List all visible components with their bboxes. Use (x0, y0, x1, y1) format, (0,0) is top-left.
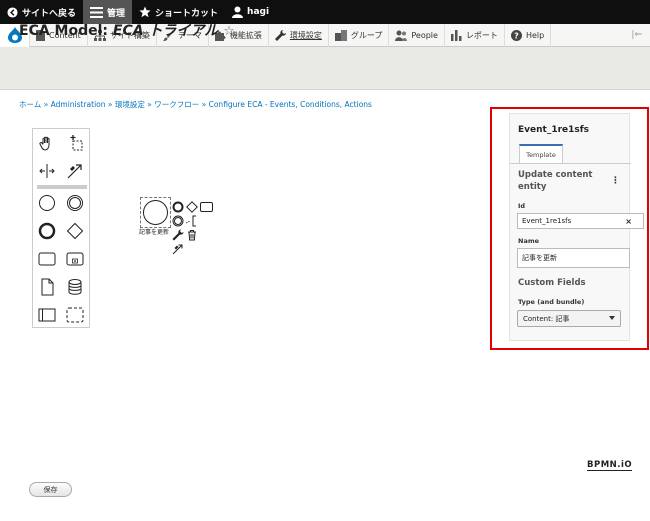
kebab-menu-icon[interactable]: ⋮ (611, 176, 620, 186)
toolbar-item-label: People (411, 30, 438, 40)
breadcrumb-link-home[interactable]: ホーム (19, 100, 41, 109)
user-icon (232, 6, 244, 18)
breadcrumb-separator: » (144, 100, 155, 109)
breadcrumb-link-administration[interactable]: Administration (51, 100, 106, 109)
type-bundle-value: Content: 記事 (523, 315, 570, 323)
id-input[interactable]: Event_1re1sfs × (517, 213, 644, 229)
breadcrumb-separator: » (41, 100, 51, 109)
back-to-site-label: サイトへ戻る (22, 8, 77, 19)
space-tool-icon[interactable] (37, 161, 57, 181)
title-prefix: ECA Model: (19, 23, 113, 39)
breadcrumb-link-workflow[interactable]: ワークフロー (154, 100, 199, 109)
svg-text:?: ? (514, 31, 519, 40)
start-event-shape[interactable] (143, 200, 168, 225)
toolbar-item-label: Help (525, 30, 545, 40)
bar-chart-icon (450, 29, 462, 41)
breadcrumb-separator: » (199, 100, 209, 109)
chevron-down-icon (609, 316, 615, 320)
back-arrow-icon (7, 6, 18, 18)
type-bundle-select[interactable]: Content: 記事 (517, 310, 621, 327)
create-start-event-icon[interactable] (37, 193, 57, 213)
change-type-wrench-icon[interactable] (172, 226, 184, 241)
hand-tool-icon[interactable] (37, 133, 57, 153)
people-icon (395, 30, 408, 41)
create-task-icon[interactable] (37, 249, 57, 269)
append-text-annotation-icon[interactable] (185, 212, 198, 227)
group-icon (334, 29, 347, 41)
create-data-object-icon[interactable] (37, 277, 57, 297)
create-intermediate-event-icon[interactable] (65, 193, 85, 213)
page-header (0, 47, 650, 90)
create-gateway-icon[interactable] (65, 221, 85, 241)
toolbar-item-label: グループ (350, 30, 383, 40)
create-data-store-icon[interactable] (65, 277, 85, 297)
shortcut-star-icon[interactable]: ☆ (223, 24, 235, 39)
manage-label: 管理 (107, 8, 126, 19)
star-icon (139, 6, 151, 18)
start-event-label[interactable]: 記事を更新 (139, 227, 169, 236)
name-textarea-value: 記事を更新 (522, 254, 557, 262)
create-pool-icon[interactable] (37, 305, 57, 325)
properties-element-id: Event_1re1sfs (518, 125, 590, 135)
bpmn-palette (32, 128, 90, 328)
append-end-event-icon[interactable] (172, 198, 184, 213)
help-icon: ? (510, 29, 522, 41)
create-group-icon[interactable] (65, 305, 85, 325)
toolbar-item-reports[interactable]: レポート (445, 23, 505, 47)
breadcrumb-separator: » (105, 100, 115, 109)
user-label: hagi (247, 7, 270, 17)
properties-panel: Event_1re1sfs Template Update content en… (509, 113, 644, 341)
name-label: Name (518, 237, 540, 245)
create-subprocess-icon[interactable] (65, 249, 85, 269)
id-label: Id (518, 202, 526, 210)
bpmn-io-watermark[interactable]: BPMN.iO (587, 460, 633, 471)
save-button[interactable]: 保存 (29, 482, 72, 497)
toolbar-item-group[interactable]: グループ (329, 23, 390, 47)
delete-trash-icon[interactable] (186, 226, 198, 241)
name-textarea[interactable]: 記事を更新 (517, 248, 630, 268)
toolbar-item-label: レポート (465, 30, 498, 40)
menu-icon (90, 6, 104, 18)
toolbar-item-configuration[interactable]: 環境設定 (269, 23, 329, 47)
append-task-icon[interactable] (200, 198, 213, 212)
collapse-icon[interactable]: |⇐ (623, 30, 650, 40)
connect-tool-icon[interactable] (172, 240, 184, 255)
title-model-name: ECA トライアル (112, 23, 219, 39)
shortcuts-label: ショートカット (155, 8, 219, 19)
global-connect-tool-icon[interactable] (65, 161, 85, 181)
breadcrumb-link-eca[interactable]: Configure ECA - Events, Conditions, Acti… (209, 100, 372, 109)
create-end-event-icon[interactable] (37, 221, 57, 241)
type-bundle-label: Type (and bundle) (518, 298, 585, 306)
properties-section-title: Update content entity (518, 170, 593, 192)
page-title: ECA Model: ECA トライアル ☆ (19, 20, 235, 40)
toolbar-item-label: 環境設定 (289, 30, 322, 40)
tab-template[interactable]: Template (519, 144, 563, 164)
custom-fields-title: Custom Fields (518, 278, 586, 288)
lasso-tool-icon[interactable] (65, 133, 85, 153)
wrench-icon (274, 29, 286, 41)
tab-divider (510, 163, 631, 164)
append-intermediate-event-icon[interactable] (172, 212, 184, 227)
clear-id-icon[interactable]: × (625, 217, 632, 226)
breadcrumb-link-configuration[interactable]: 環境設定 (115, 100, 145, 109)
toolbar-item-help[interactable]: ? Help (505, 23, 552, 47)
palette-separator (37, 185, 87, 189)
toolbar-item-people[interactable]: People (389, 23, 445, 47)
append-gateway-icon[interactable] (186, 198, 198, 213)
breadcrumb: ホーム » Administration » 環境設定 » ワークフロー » C… (19, 99, 372, 110)
id-input-value: Event_1re1sfs (522, 217, 572, 225)
